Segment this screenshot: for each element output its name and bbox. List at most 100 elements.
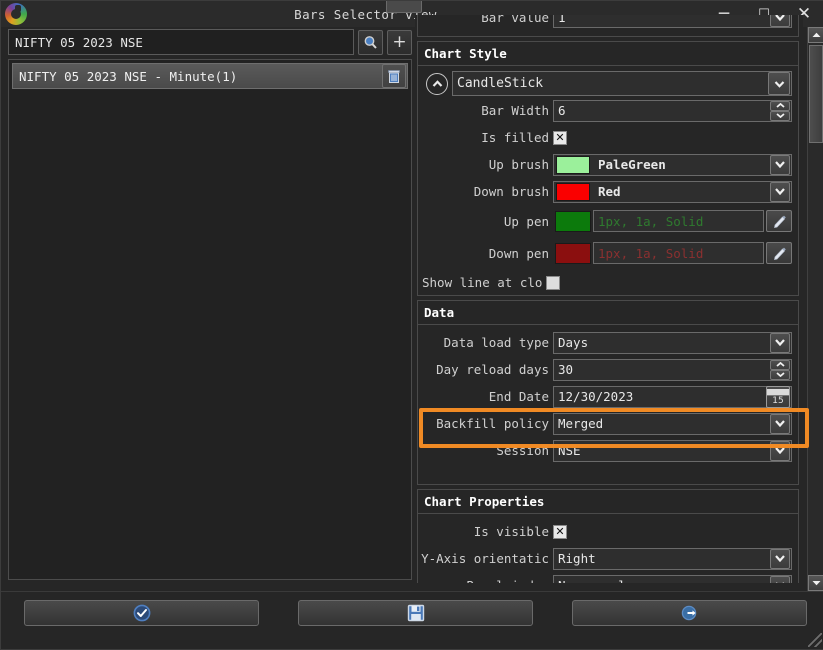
end-date-value: 12/30/2023	[558, 389, 634, 404]
stepper-up-icon[interactable]	[770, 100, 790, 111]
panel-index-row: Panel index New panel	[418, 572, 798, 583]
down-brush-value: Red	[598, 184, 621, 199]
save-button[interactable]	[298, 600, 533, 626]
down-pen-swatch[interactable]	[555, 242, 591, 264]
backfill-policy-value: Merged	[558, 416, 604, 431]
chart-style-group: Chart Style CandleStick Bar Width 6 Is f…	[417, 41, 799, 296]
bar-value-field[interactable]: 1	[553, 15, 792, 28]
chevron-down-icon[interactable]	[770, 332, 790, 353]
chevron-down-icon[interactable]	[770, 440, 790, 461]
down-pen-edit-button[interactable]	[766, 242, 792, 264]
calendar-icon[interactable]: 15	[766, 385, 790, 408]
exit-circle-icon	[681, 605, 696, 621]
is-filled-checkbox[interactable]: ✕	[553, 130, 567, 145]
y-axis-orientation-row: Y-Axis orientatic Right	[418, 545, 798, 572]
bars-selector-window: Bars Selector view ─ ☐ ✕ + NIFTY 05 2023…	[0, 0, 823, 650]
pencil-icon	[773, 247, 786, 260]
panel-index-label: Panel index	[418, 578, 553, 583]
bar-value-text: 1	[558, 15, 566, 25]
down-brush-field[interactable]: Red	[553, 180, 792, 203]
chevron-down-icon[interactable]	[770, 154, 790, 175]
bar-width-field[interactable]: 6	[553, 99, 792, 122]
up-brush-field[interactable]: PaleGreen	[553, 153, 792, 176]
session-value: NSE	[558, 443, 581, 458]
show-line-at-close-checkbox[interactable]	[546, 275, 561, 290]
down-pen-label: Down pen	[488, 245, 549, 261]
up-pen-value: 1px, 1a, Solid	[598, 213, 704, 229]
end-date-field[interactable]: 12/30/2023 15	[553, 385, 792, 408]
stepper-down-icon[interactable]	[770, 110, 790, 121]
stepper-down-icon[interactable]	[770, 369, 790, 380]
chart-style-type-field[interactable]: CandleStick	[452, 71, 792, 96]
backfill-policy-row: Backfill policy Merged	[418, 410, 798, 437]
chevron-down-icon[interactable]	[768, 72, 790, 95]
bottom-toolbar	[1, 591, 823, 649]
y-axis-orientation-field[interactable]: Right	[553, 547, 792, 570]
scroll-down-button[interactable]	[808, 575, 823, 591]
down-brush-row: Down brush Red	[418, 178, 798, 205]
chart-properties-title: Chart Properties	[418, 490, 798, 514]
stepper-up-icon[interactable]	[770, 359, 790, 370]
up-pen-field[interactable]: 1px, 1a, Solid	[593, 210, 764, 232]
show-line-at-close-row: Show line at clo	[418, 269, 798, 296]
search-input[interactable]	[8, 29, 354, 55]
delete-symbol-button[interactable]	[382, 64, 406, 88]
add-symbol-button[interactable]: +	[387, 29, 412, 55]
properties-scrollbar[interactable]	[807, 27, 823, 591]
is-filled-label: Is filled	[481, 130, 549, 145]
chart-style-title: Chart Style	[418, 42, 798, 66]
up-pen-edit-button[interactable]	[766, 210, 792, 232]
up-brush-row: Up brush PaleGreen	[418, 151, 798, 178]
backfill-policy-field[interactable]: Merged	[553, 412, 792, 435]
down-brush-label: Down brush	[473, 184, 549, 199]
data-load-type-row: Data load type Days	[418, 329, 798, 356]
up-pen-row: Up pen 1px, 1a, Solid	[418, 205, 798, 237]
session-field[interactable]: NSE	[553, 439, 792, 462]
chevron-down-icon[interactable]	[770, 15, 790, 27]
down-pen-value: 1px, 1a, Solid	[598, 245, 704, 261]
panel-index-value: New panel	[554, 578, 770, 583]
symbol-list[interactable]: NIFTY 05 2023 NSE - Minute(1)	[8, 59, 412, 580]
session-label: Session	[496, 443, 549, 458]
pencil-icon	[773, 215, 786, 228]
bar-width-stepper[interactable]	[770, 100, 790, 121]
symbol-selector-panel: + NIFTY 05 2023 NSE - Minute(1)	[5, 27, 414, 583]
up-brush-value: PaleGreen	[598, 157, 666, 172]
search-button[interactable]	[358, 29, 383, 55]
is-filled-row: Is filled ✕	[418, 124, 798, 151]
chevron-up-icon[interactable]	[426, 72, 448, 95]
is-visible-label: Is visible	[473, 524, 549, 539]
search-row: +	[8, 29, 412, 55]
day-reload-days-field[interactable]: 30	[553, 358, 792, 381]
up-brush-swatch[interactable]	[556, 155, 590, 174]
exit-button[interactable]	[572, 600, 807, 626]
down-brush-swatch[interactable]	[556, 182, 590, 201]
chevron-down-icon[interactable]	[770, 181, 790, 202]
up-pen-swatch[interactable]	[555, 210, 591, 232]
down-pen-row: Down pen 1px, 1a, Solid	[418, 237, 798, 269]
chevron-down-icon[interactable]	[770, 413, 790, 434]
chart-properties-group: Chart Properties Is visible ✕ Y-Axis ori…	[417, 489, 799, 583]
scrollbar-thumb[interactable]	[809, 45, 823, 143]
session-row: Session NSE	[418, 437, 798, 464]
bar-value-row-clipped: Bar value 1	[417, 15, 799, 37]
panel-index-field[interactable]: New panel	[553, 574, 792, 583]
window-tab-handle[interactable]	[386, 1, 422, 13]
y-axis-orientation-label: Y-Axis orientatic	[421, 551, 549, 566]
is-visible-checkbox[interactable]: ✕	[553, 524, 567, 539]
end-date-label: End Date	[488, 389, 549, 404]
list-item[interactable]: NIFTY 05 2023 NSE - Minute(1)	[12, 63, 408, 89]
chevron-down-icon[interactable]	[770, 548, 790, 569]
chevron-down-icon[interactable]	[770, 575, 790, 583]
bar-width-label: Bar Width	[481, 103, 549, 118]
day-reload-days-stepper[interactable]	[770, 359, 790, 380]
end-date-row: End Date 12/30/2023 15	[418, 383, 798, 410]
scroll-up-button[interactable]	[808, 27, 823, 43]
down-pen-field[interactable]: 1px, 1a, Solid	[593, 242, 764, 264]
floppy-disk-icon	[407, 604, 424, 622]
chart-style-type-value: CandleStick	[457, 76, 544, 91]
up-brush-label: Up brush	[488, 157, 549, 172]
resize-grip[interactable]	[808, 633, 822, 647]
ok-button[interactable]	[24, 600, 259, 626]
data-load-type-field[interactable]: Days	[553, 331, 792, 354]
